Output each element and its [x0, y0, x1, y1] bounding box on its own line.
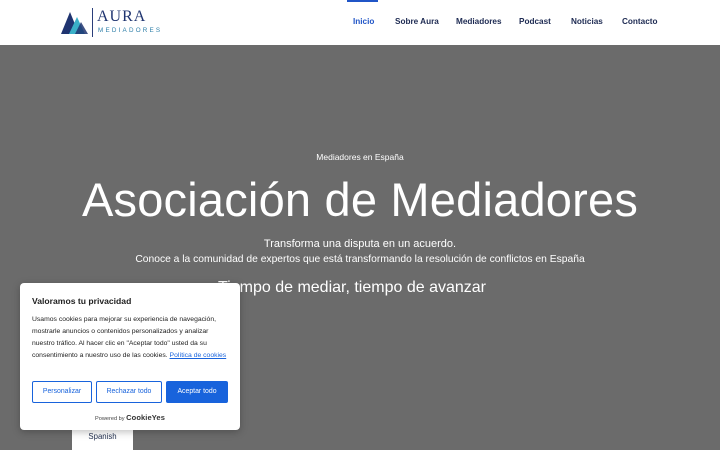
cookie-policy-link[interactable]: Política de cookies — [170, 352, 227, 359]
nav-item-contacto[interactable]: Contacto — [622, 17, 657, 27]
customize-button[interactable]: Personalizar — [32, 381, 92, 403]
nav-item-sobre-aura[interactable]: Sobre Aura — [395, 17, 439, 27]
site-logo[interactable]: AURA MEDIADORES — [61, 8, 171, 38]
logo-divider — [92, 8, 93, 37]
hero-subtitle-line-2: Conoce a la comunidad de expertos que es… — [135, 254, 585, 265]
hero-tagline: Tiempo de mediar, tiempo de avanzar — [218, 279, 486, 296]
cookie-title: Valoramos tu privacidad — [32, 296, 132, 306]
hero-eyebrow: Mediadores en España — [316, 152, 404, 162]
nav-active-indicator — [347, 0, 378, 2]
powered-by: Powered by CookieYes — [20, 413, 240, 424]
cookieyes-logo: CookieYes — [126, 413, 165, 422]
cookie-buttons: Personalizar Rechazar todo Aceptar todo — [32, 381, 228, 403]
reject-all-button[interactable]: Rechazar todo — [96, 381, 162, 403]
nav-item-mediadores[interactable]: Mediadores — [456, 17, 502, 27]
site-header: AURA MEDIADORES Inicio Sobre Aura Mediad… — [0, 0, 720, 45]
hero-title: Asociación de Mediadores — [81, 173, 639, 226]
nav-item-noticias[interactable]: Noticias — [571, 17, 603, 27]
logo-name: AURA — [97, 8, 147, 25]
language-label: Spanish — [88, 432, 117, 441]
nav-item-inicio[interactable]: Inicio — [353, 17, 374, 27]
logo-subtitle: MEDIADORES — [98, 27, 163, 34]
cookie-text: Usamos cookies para mejorar su experienc… — [32, 314, 232, 362]
powered-by-label: Powered by — [95, 416, 127, 422]
accept-all-button[interactable]: Aceptar todo — [166, 381, 228, 403]
aura-logo-icon — [61, 12, 88, 34]
cookie-consent-banner: Valoramos tu privacidad Usamos cookies p… — [20, 283, 240, 430]
nav-item-podcast[interactable]: Podcast — [519, 17, 551, 27]
hero-subtitle-line-1: Transforma una disputa en un acuerdo. — [263, 238, 457, 250]
